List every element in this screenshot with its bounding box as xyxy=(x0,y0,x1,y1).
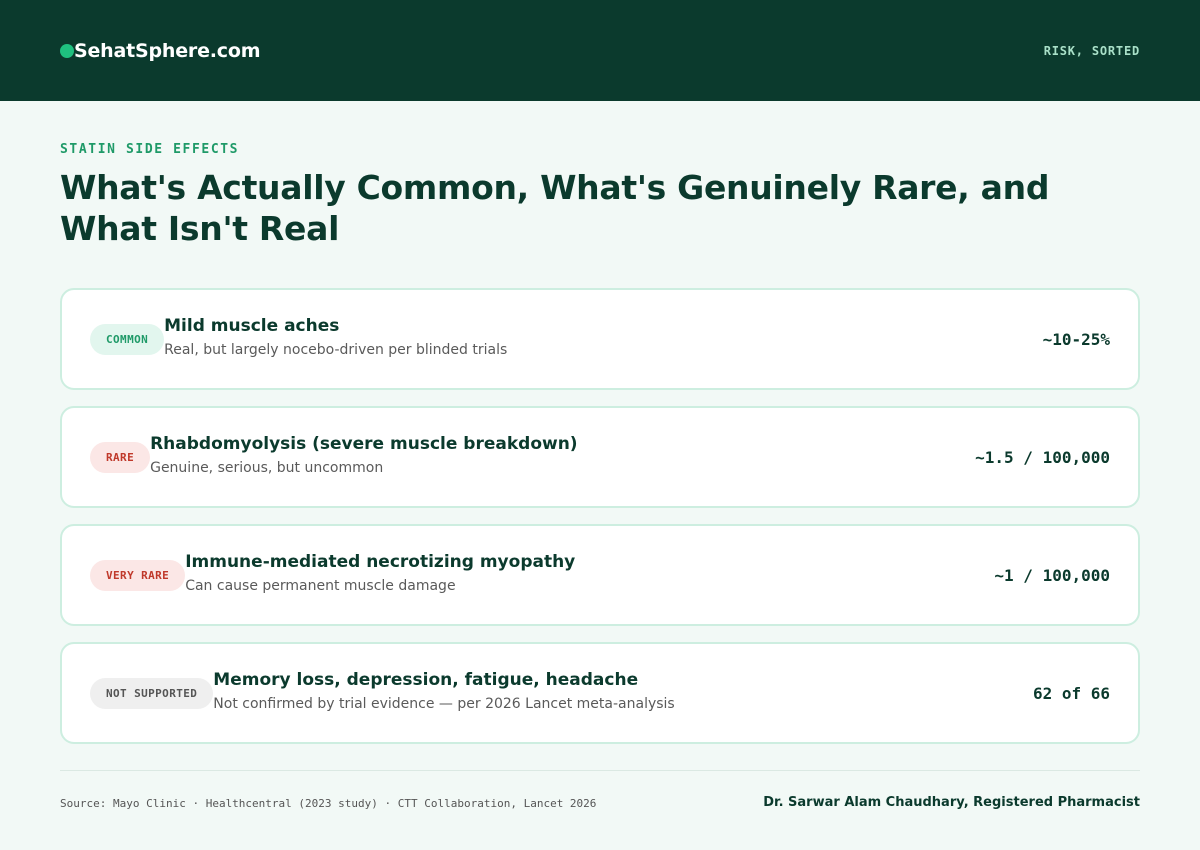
risk-badge-rare: RARE xyxy=(90,441,151,473)
card-mild-muscle-aches: COMMON Mild muscle aches Real, but large… xyxy=(60,288,1140,390)
card-text: Rhabdomyolysis (severe muscle breakdown)… xyxy=(150,434,975,477)
header-tagline: RISK, SORTED xyxy=(1043,43,1140,58)
card-subtitle: Not confirmed by trial evidence — per 20… xyxy=(213,696,675,712)
card-not-supported-effects: NOT SUPPORTED Memory loss, depression, f… xyxy=(60,642,1140,744)
card-rhabdomyolysis: RARE Rhabdomyolysis (severe muscle break… xyxy=(60,406,1140,508)
risk-badge-not-supported: NOT SUPPORTED xyxy=(90,677,214,709)
risk-badge-very-rare: VERY RARE xyxy=(90,559,186,591)
card-text: Memory loss, depression, fatigue, headac… xyxy=(213,670,1033,713)
page-title: What's Actually Common, What's Genuinely… xyxy=(60,168,1050,248)
source-citation: Source: Mayo Clinic · Healthcentral (202… xyxy=(60,797,597,810)
card-text: Mild muscle aches Real, but largely noce… xyxy=(164,316,1042,359)
brand[interactable]: SehatSphere.com xyxy=(60,40,260,62)
author-credit: Dr. Sarwar Alam Chaudhary, Registered Ph… xyxy=(763,795,1140,810)
card-title: Rhabdomyolysis (severe muscle breakdown) xyxy=(150,434,578,454)
risk-badge-common: COMMON xyxy=(90,323,165,355)
footer-divider xyxy=(60,770,1140,771)
card-title: Memory loss, depression, fatigue, headac… xyxy=(213,670,639,690)
card-necrotizing-myopathy: VERY RARE Immune-mediated necrotizing my… xyxy=(60,524,1140,626)
card-subtitle: Real, but largely nocebo-driven per blin… xyxy=(164,342,508,358)
card-stat: ~10-25% xyxy=(1042,329,1110,349)
card-stat: 62 of 66 xyxy=(1032,683,1110,703)
card-stat: ~1 / 100,000 xyxy=(994,565,1110,585)
brand-dot-icon xyxy=(60,43,74,58)
brand-name: SehatSphere.com xyxy=(74,39,261,62)
site-header: SehatSphere.com RISK, SORTED xyxy=(0,0,1200,101)
card-title: Mild muscle aches xyxy=(164,316,340,336)
card-title: Immune-mediated necrotizing myopathy xyxy=(185,552,576,572)
card-subtitle: Genuine, serious, but uncommon xyxy=(150,460,384,476)
card-stat: ~1.5 / 100,000 xyxy=(975,447,1110,467)
card-text: Immune-mediated necrotizing myopathy Can… xyxy=(185,552,994,595)
section-eyebrow: STATIN SIDE EFFECTS xyxy=(60,142,240,157)
side-effect-list: COMMON Mild muscle aches Real, but large… xyxy=(60,288,1140,760)
card-subtitle: Can cause permanent muscle damage xyxy=(185,578,456,594)
